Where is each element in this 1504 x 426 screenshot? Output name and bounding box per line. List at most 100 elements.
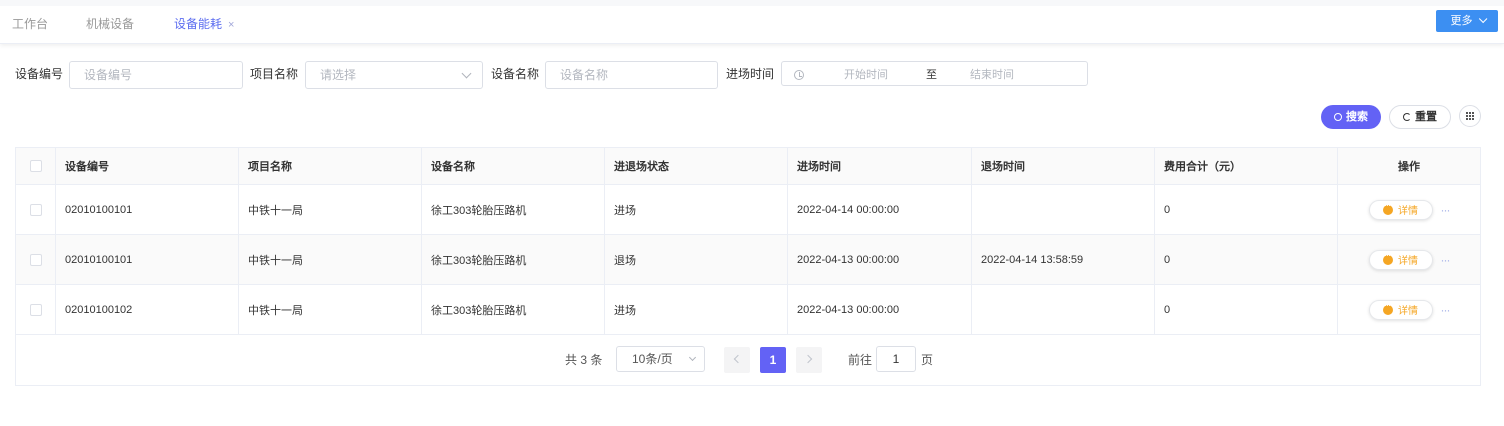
cell-total-cost: 0 (1155, 185, 1338, 234)
detail-button[interactable]: 详情 (1368, 299, 1433, 320)
header-status: 进退场状态 (605, 148, 788, 184)
header-device-name: 设备名称 (422, 148, 605, 184)
clock-icon (794, 70, 804, 80)
detail-button[interactable]: 详情 (1368, 199, 1433, 220)
table-row: 02010100101 中铁十一局 徐工303轮胎压路机 进场 2022-04-… (16, 185, 1480, 235)
data-table: 设备编号 项目名称 设备名称 进退场状态 进场时间 退场时间 费用合计（元） 操… (15, 147, 1481, 386)
row-checkbox[interactable] (29, 253, 42, 266)
more-circle-icon (1383, 250, 1393, 265)
project-name-label: 项目名称 (250, 67, 299, 81)
goto-label: 前往 (848, 353, 873, 367)
page-number-current[interactable]: 1 (760, 347, 786, 373)
cell-project-name: 中铁十一局 (239, 285, 422, 334)
cell-device-code: 02010100101 (56, 235, 239, 284)
chevron-down-icon (688, 353, 697, 362)
chevron-down-icon (1478, 14, 1487, 24)
tab-bar: 工作台 机械设备 设备能耗 × 更多 (0, 0, 1504, 44)
cell-exit-time (972, 185, 1155, 234)
cell-project-name: 中铁十一局 (239, 185, 422, 234)
header-project-name: 项目名称 (239, 148, 422, 184)
tab-machinery[interactable]: 机械设备 (86, 16, 134, 32)
table-header: 设备编号 项目名称 设备名称 进退场状态 进场时间 退场时间 费用合计（元） 操… (16, 148, 1480, 185)
entry-time-label: 进场时间 (726, 67, 775, 81)
cell-device-name: 徐工303轮胎压路机 (422, 235, 605, 284)
prev-page-button[interactable] (724, 347, 750, 373)
refresh-icon (1403, 113, 1411, 121)
chevron-left-icon (733, 354, 743, 364)
search-icon (1334, 113, 1342, 121)
page-suffix-label: 页 (921, 353, 934, 367)
cell-device-code: 02010100101 (56, 185, 239, 234)
row-select-cell (16, 235, 56, 284)
start-time-placeholder[interactable]: 开始时间 (844, 68, 888, 82)
page-size-value: 10条/页 (632, 352, 673, 366)
select-all-checkbox[interactable] (29, 160, 42, 172)
cell-exit-time (972, 285, 1155, 334)
end-time-placeholder[interactable]: 结束时间 (970, 68, 1014, 82)
cell-actions: 详情 ··· (1338, 285, 1480, 334)
table-row: 02010100102 中铁十一局 徐工303轮胎压路机 进场 2022-04-… (16, 285, 1480, 335)
cell-device-code: 02010100102 (56, 285, 239, 334)
cell-total-cost: 0 (1155, 235, 1338, 284)
project-name-placeholder: 请选择 (320, 68, 357, 82)
cell-device-name: 徐工303轮胎压路机 (422, 185, 605, 234)
cell-exit-time: 2022-04-14 13:58:59 (972, 235, 1155, 284)
cell-entry-time: 2022-04-14 00:00:00 (788, 185, 972, 234)
row-checkbox[interactable] (29, 303, 42, 316)
range-separator: 至 (926, 69, 937, 81)
chevron-down-icon (461, 68, 472, 79)
row-checkbox[interactable] (29, 203, 42, 216)
device-code-placeholder: 设备编号 (84, 68, 133, 82)
pagination-total: 共 3 条 (565, 353, 603, 367)
project-name-select[interactable]: 请选择 (305, 61, 483, 89)
cell-entry-time: 2022-04-13 00:00:00 (788, 235, 972, 284)
column-settings-button[interactable] (1459, 105, 1481, 127)
tab-energy-label: 设备能耗 (174, 17, 223, 31)
cell-status: 进场 (605, 285, 788, 334)
close-icon[interactable]: × (228, 19, 234, 31)
cell-status: 进场 (605, 185, 788, 234)
cell-project-name: 中铁十一局 (239, 235, 422, 284)
table-row: 02010100101 中铁十一局 徐工303轮胎压路机 退场 2022-04-… (16, 235, 1480, 285)
device-code-label: 设备编号 (15, 67, 64, 81)
detail-button-label: 详情 (1398, 306, 1418, 317)
cell-total-cost: 0 (1155, 285, 1338, 334)
detail-button-label: 详情 (1398, 256, 1418, 267)
row-select-cell (16, 185, 56, 234)
more-button-label: 更多 (1450, 15, 1473, 27)
device-name-input[interactable]: 设备名称 (545, 61, 718, 89)
cell-status: 退场 (605, 235, 788, 284)
header-actions: 操作 (1398, 161, 1420, 173)
more-button[interactable]: 更多 (1436, 10, 1498, 32)
header-device-code: 设备编号 (56, 148, 239, 184)
page-size-select[interactable]: 10条/页 (616, 346, 705, 372)
next-page-button[interactable] (796, 347, 822, 373)
entry-time-range-picker[interactable]: 开始时间 至 结束时间 (781, 61, 1088, 86)
reset-button[interactable]: 重置 (1389, 105, 1451, 129)
more-actions-icon[interactable]: ··· (1441, 253, 1451, 267)
header-select-cell (16, 148, 56, 184)
detail-button-label: 详情 (1398, 206, 1418, 217)
more-actions-icon[interactable]: ··· (1441, 303, 1451, 317)
more-circle-icon (1383, 300, 1393, 315)
top-strip (0, 0, 1504, 6)
grid-icon (1466, 112, 1474, 120)
reset-button-label: 重置 (1415, 111, 1437, 123)
header-entry-time: 进场时间 (788, 148, 972, 184)
more-actions-icon[interactable]: ··· (1441, 203, 1451, 217)
pagination: 共 3 条 10条/页 1 前往 1 页 (16, 335, 1480, 385)
chevron-right-icon (803, 354, 813, 364)
cell-entry-time: 2022-04-13 00:00:00 (788, 285, 972, 334)
cell-actions: 详情 ··· (1338, 185, 1480, 234)
search-button[interactable]: 搜索 (1321, 105, 1381, 129)
row-select-cell (16, 285, 56, 334)
tab-workbench[interactable]: 工作台 (12, 16, 48, 32)
cell-actions: 详情 ··· (1338, 235, 1480, 284)
goto-page-input[interactable]: 1 (876, 346, 916, 372)
header-total-cost: 费用合计（元） (1155, 148, 1338, 184)
device-code-input[interactable]: 设备编号 (69, 61, 243, 89)
device-name-label: 设备名称 (491, 67, 540, 81)
detail-button[interactable]: 详情 (1368, 249, 1433, 270)
search-button-label: 搜索 (1346, 111, 1368, 123)
tab-energy[interactable]: 设备能耗 × (174, 16, 234, 32)
